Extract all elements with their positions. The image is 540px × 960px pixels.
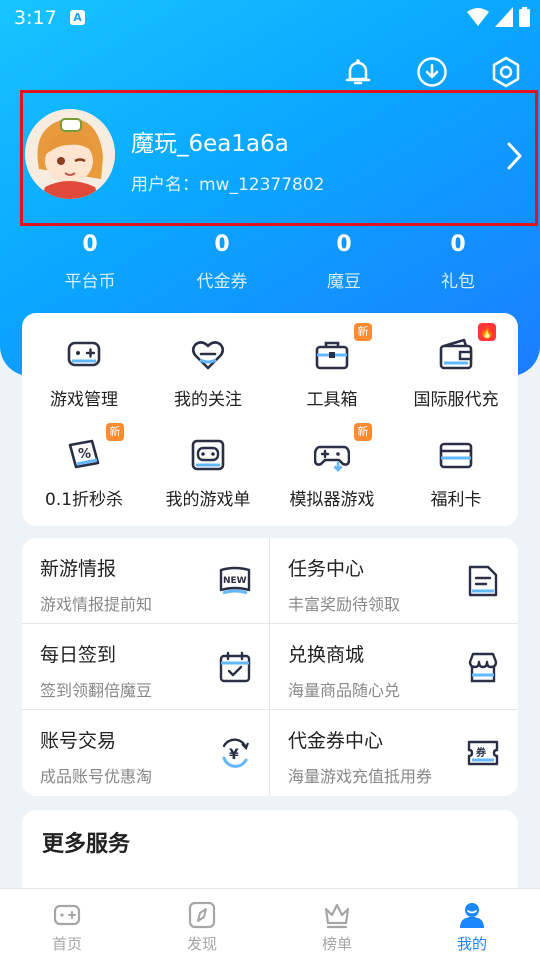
card-icon: [438, 437, 474, 473]
wallet-icon: 🔥: [438, 323, 496, 373]
grid-item-label: 游戏管理: [50, 390, 118, 410]
stat-platform-coin[interactable]: 0 平台币: [40, 232, 140, 292]
tile-subtitle: 海量游戏充值抵用券: [288, 767, 433, 786]
profile-card[interactable]: 魔玩_6ea1a6a 用户名：mw_12377802: [20, 90, 538, 226]
discount-icon: % 新: [66, 423, 124, 473]
tab-label: 首页: [51, 935, 82, 953]
new-badge: 新: [354, 423, 372, 441]
status-time: 3:17: [14, 7, 57, 29]
tile-title: 账号交易: [40, 730, 117, 752]
tile-subtitle: 游戏情报提前知: [40, 595, 153, 614]
tile-title: 任务中心: [288, 558, 365, 580]
download-icon[interactable]: [414, 54, 450, 90]
notification-a-icon: A: [70, 10, 85, 25]
stats-row: 0 平台币 0 代金券 0 魔豆 0 礼包: [0, 232, 540, 298]
tile-title: 代金券中心: [288, 730, 384, 752]
grid-item-label: 工具箱: [306, 390, 358, 410]
grid-item-my-game-list[interactable]: 我的游戏单: [146, 437, 270, 510]
game-list-icon: [190, 437, 226, 473]
stat-value: 0: [82, 232, 98, 257]
calendar-check-icon: [218, 650, 252, 684]
svg-text:¥: ¥: [229, 747, 239, 763]
grid-item-intl-topup[interactable]: 🔥 国际服代充: [394, 323, 518, 410]
tab-label: 我的: [456, 935, 487, 953]
heart-icon: [190, 337, 226, 373]
stat-magic-beans[interactable]: 0 魔豆: [294, 232, 394, 292]
user-icon: [457, 901, 487, 929]
tile-title: 每日签到: [40, 644, 117, 666]
settings-icon[interactable]: [488, 54, 524, 90]
tile-task-center[interactable]: 任务中心 丰富奖励待领取: [270, 538, 518, 624]
compass-icon: [187, 901, 217, 929]
toolbox-icon: 新: [314, 323, 372, 373]
svg-text:券: 券: [475, 746, 487, 759]
status-bar: 3:17 A: [0, 0, 540, 36]
tab-label: 榜单: [321, 935, 352, 953]
battery-icon: [519, 7, 530, 27]
tab-rankings[interactable]: 榜单: [287, 901, 387, 954]
stat-label: 平台币: [64, 272, 116, 292]
stat-value: 0: [450, 232, 466, 257]
tile-daily-checkin[interactable]: 每日签到 签到领翻倍魔豆: [22, 624, 270, 710]
tab-mine[interactable]: 我的: [422, 901, 522, 954]
new-badge: 新: [354, 323, 372, 341]
section-title: 更多服务: [42, 832, 131, 857]
hot-badge: 🔥: [478, 323, 496, 341]
grid-item-welfare-card[interactable]: 福利卡: [394, 437, 518, 510]
new-badge-icon: NEW: [218, 564, 252, 598]
stat-value: 0: [214, 232, 230, 257]
grid-item-emulator-games[interactable]: 新 模拟器游戏: [270, 423, 394, 510]
task-doc-icon: [466, 564, 500, 598]
tile-subtitle: 成品账号优惠淘: [40, 767, 153, 786]
stat-value: 0: [336, 232, 352, 257]
tab-label: 发现: [186, 935, 217, 953]
coupon-icon: 券: [466, 736, 500, 770]
grid-item-label: 国际服代充: [413, 390, 499, 410]
feature-grid: 游戏管理 我的关注 新 工具箱 🔥 国际服代充 % 新 0.1折秒杀 我的游戏单: [22, 313, 518, 526]
user-id: 用户名：mw_12377802: [131, 175, 325, 195]
new-badge: 新: [106, 423, 124, 441]
service-tiles: 新游情报 游戏情报提前知 NEW 任务中心 丰富奖励待领取 每日签到 签到领翻倍…: [22, 538, 518, 796]
tile-title: 新游情报: [40, 558, 117, 580]
tab-home[interactable]: 首页: [17, 901, 117, 954]
tab-discover[interactable]: 发现: [152, 901, 252, 954]
grid-item-label: 我的关注: [174, 390, 242, 410]
svg-text:NEW: NEW: [223, 576, 247, 586]
signal-icon: [495, 7, 513, 27]
tile-subtitle: 签到领翻倍魔豆: [40, 681, 153, 700]
grid-item-toolbox[interactable]: 新 工具箱: [270, 323, 394, 410]
tile-subtitle: 丰富奖励待领取: [288, 595, 401, 614]
tile-subtitle: 海量商品随心兑: [288, 681, 401, 700]
stat-label: 礼包: [441, 272, 475, 292]
stat-label: 魔豆: [327, 272, 361, 292]
notification-bell-icon[interactable]: [340, 54, 376, 90]
stat-voucher[interactable]: 0 代金券: [172, 232, 272, 292]
gamepad-icon: [66, 337, 102, 373]
stat-label: 代金券: [196, 272, 248, 292]
grid-item-label: 模拟器游戏: [289, 490, 375, 510]
tile-exchange-mall[interactable]: 兑换商城 海量商品随心兑: [270, 624, 518, 710]
yen-exchange-icon: ¥: [218, 736, 252, 770]
wifi-icon: [467, 8, 489, 26]
bottom-nav: 首页 发现 榜单 我的: [0, 888, 540, 960]
grid-item-label: 福利卡: [430, 490, 482, 510]
crown-icon: [322, 901, 352, 929]
store-icon: [466, 650, 500, 684]
stat-gift-pack[interactable]: 0 礼包: [408, 232, 508, 292]
tile-title: 兑换商城: [288, 644, 365, 666]
grid-item-label: 我的游戏单: [165, 490, 251, 510]
tile-voucher-center[interactable]: 代金券中心 海量游戏充值抵用券 券: [270, 710, 518, 796]
tile-new-game-news[interactable]: 新游情报 游戏情报提前知 NEW: [22, 538, 270, 624]
avatar: [25, 109, 115, 199]
svg-text:%: %: [78, 447, 91, 462]
grid-item-label: 0.1折秒杀: [44, 490, 124, 510]
grid-item-game-management[interactable]: 游戏管理: [22, 337, 146, 410]
tile-account-trade[interactable]: 账号交易 成品账号优惠淘 ¥: [22, 710, 270, 796]
username: 魔玩_6ea1a6a: [131, 131, 289, 157]
grid-item-my-follows[interactable]: 我的关注: [146, 337, 270, 410]
home-gamepad-icon: [52, 901, 82, 929]
emulator-icon: 新: [313, 423, 372, 473]
grid-item-flash-sale[interactable]: % 新 0.1折秒杀: [22, 423, 146, 510]
chevron-right-icon: [507, 142, 522, 170]
